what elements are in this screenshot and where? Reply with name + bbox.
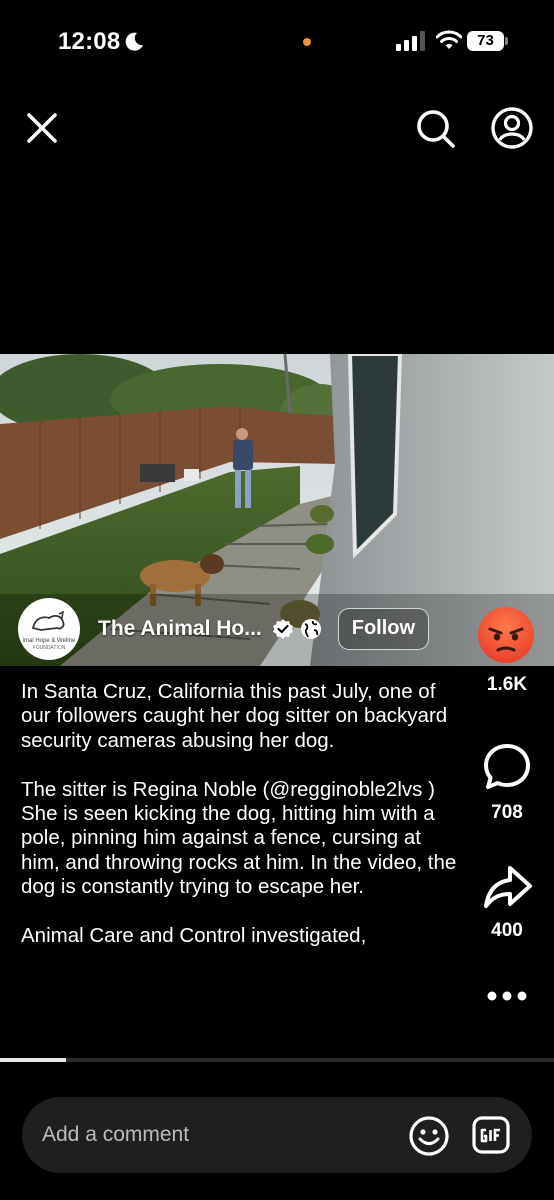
- avatar-logo-text: imal Hope & Wellne: [22, 637, 76, 644]
- profile-icon[interactable]: [490, 106, 534, 150]
- post-caption[interactable]: In Santa Cruz, California this past July…: [21, 680, 461, 1020]
- emoji-icon[interactable]: [408, 1115, 450, 1157]
- caption-paragraph: The sitter is Regina Noble (@regginoble2…: [21, 777, 457, 899]
- dog-logo-icon: [31, 610, 65, 631]
- recording-dot-icon: [303, 38, 311, 46]
- video-progress-bar[interactable]: [0, 1058, 554, 1062]
- comment-input[interactable]: [42, 1097, 402, 1173]
- close-icon[interactable]: [20, 106, 64, 150]
- status-time: 12:08: [58, 28, 121, 55]
- share-count[interactable]: 400: [476, 920, 538, 942]
- verified-badge-icon: [272, 619, 293, 639]
- video-progress-fill: [0, 1058, 67, 1062]
- reaction-count[interactable]: 1.6K: [476, 674, 538, 696]
- status-bar: 12:08 73: [0, 0, 554, 84]
- more-dots-icon[interactable]: [484, 988, 530, 1004]
- battery-icon: 73: [467, 31, 509, 51]
- page-info-row: imal Hope & Wellne FOUNDATION The Animal…: [18, 598, 430, 660]
- share-arrow-icon[interactable]: [480, 860, 534, 914]
- comment-count[interactable]: 708: [476, 802, 538, 824]
- cellular-signal-icon: [396, 31, 425, 51]
- wifi-icon: [436, 30, 462, 49]
- comment-composer: [22, 1097, 532, 1173]
- globe-icon: [300, 619, 321, 639]
- search-icon[interactable]: [413, 106, 457, 150]
- caption-paragraph: Animal Care and Control investigated,: [21, 924, 367, 948]
- battery-level: 73: [467, 31, 504, 51]
- caption-paragraph: In Santa Cruz, California this past July…: [21, 680, 448, 752]
- moon-icon: [125, 32, 143, 51]
- page-avatar[interactable]: imal Hope & Wellne FOUNDATION: [18, 598, 80, 660]
- angry-face-icon[interactable]: [477, 606, 535, 664]
- page-name[interactable]: The Animal Ho...: [98, 617, 262, 641]
- avatar-logo-subtext: FOUNDATION: [32, 644, 66, 651]
- comment-bubble-icon[interactable]: [480, 740, 534, 794]
- follow-button[interactable]: Follow: [337, 608, 430, 650]
- gif-icon[interactable]: [472, 1116, 510, 1154]
